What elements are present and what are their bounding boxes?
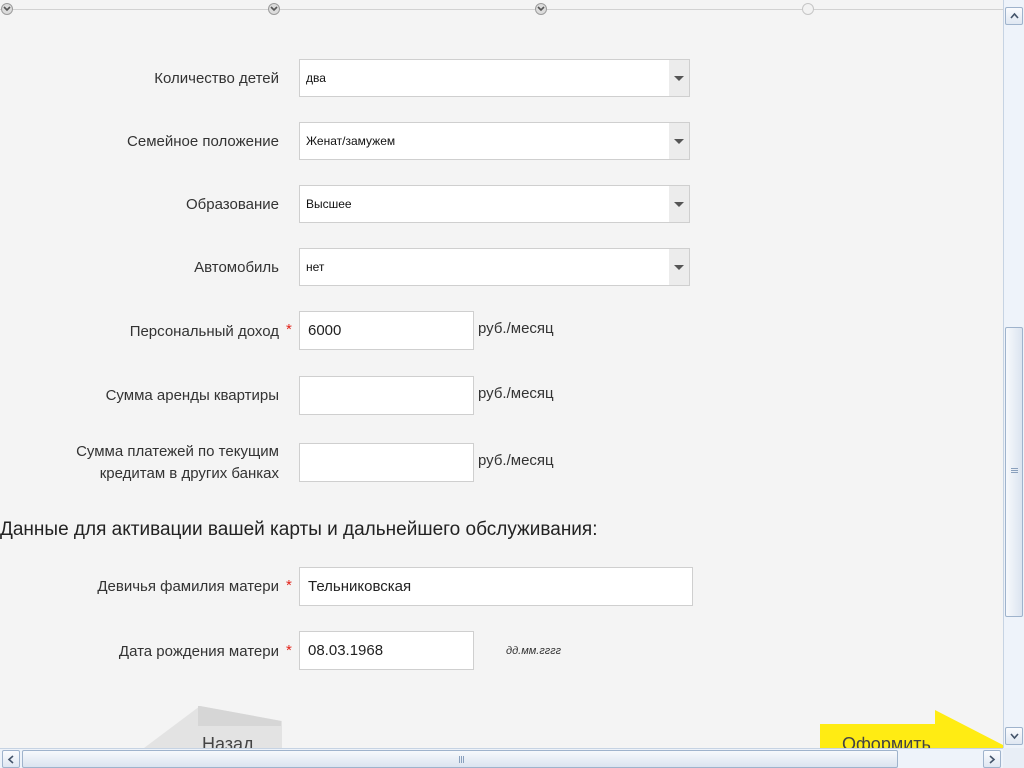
back-button-label[interactable]: Назад [202, 734, 254, 748]
progress-step-current-icon [802, 3, 814, 15]
dropdown-arrow-icon[interactable] [669, 186, 689, 222]
vertical-scroll-thumb[interactable] [1005, 327, 1023, 617]
marital-status-select[interactable]: Женат/замужем [299, 122, 690, 160]
activation-section-title: Данные для активации вашей карты и дальн… [0, 519, 598, 540]
car-label: Автомобиль [194, 259, 279, 276]
loan-payments-unit: руб./месяц [478, 452, 554, 469]
education-select[interactable]: Высшее [299, 185, 690, 223]
dropdown-arrow-icon[interactable] [669, 249, 689, 285]
education-label: Образование [186, 196, 279, 213]
scroll-up-button[interactable] [1005, 7, 1023, 25]
page-viewport: Количество детей два Семейное положение … [0, 0, 1003, 748]
mother-maiden-name-label: Девичья фамилия матери [97, 578, 279, 595]
horizontal-scroll-thumb[interactable] [22, 750, 898, 768]
grip-line [459, 756, 460, 763]
grip-line [463, 756, 464, 763]
horizontal-scrollbar[interactable] [0, 748, 1003, 768]
dropdown-arrow-icon[interactable] [669, 60, 689, 96]
loan-payments-label-line2: кредитам в других банках [99, 465, 279, 482]
loan-payments-input[interactable] [299, 443, 474, 482]
personal-income-label: Персональный доход [129, 323, 279, 340]
marital-status-value: Женат/замужем [306, 134, 396, 148]
progress-step-done-icon [1, 3, 13, 15]
submit-button-label[interactable]: Оформить [842, 734, 931, 748]
dropdown-arrow-icon[interactable] [669, 123, 689, 159]
grip-line [1011, 470, 1018, 471]
progress-step-done-icon [535, 3, 547, 15]
required-marker: * [286, 321, 292, 338]
rent-amount-unit: руб./месяц [478, 385, 554, 402]
scroll-left-button[interactable] [2, 750, 20, 768]
required-marker: * [286, 642, 292, 659]
children-count-label: Количество детей [154, 70, 279, 87]
car-value: нет [306, 260, 325, 274]
loan-payments-label-line1: Сумма платежей по текущим [76, 443, 279, 460]
mother-maiden-name-input[interactable]: Тельниковская [299, 567, 693, 606]
children-count-select[interactable]: два [299, 59, 690, 97]
children-count-value: два [306, 71, 326, 85]
rent-amount-input[interactable] [299, 376, 474, 415]
date-format-hint: дд.мм.гггг [506, 645, 562, 657]
grip-line [461, 756, 462, 763]
mother-birth-date-label: Дата рождения матери [118, 643, 279, 660]
vertical-scrollbar[interactable] [1003, 0, 1024, 748]
rent-amount-label: Сумма аренды квартиры [105, 387, 279, 404]
scrollbar-corner [1003, 748, 1024, 768]
marital-status-label: Семейное положение [127, 133, 279, 150]
scroll-down-button[interactable] [1005, 727, 1023, 745]
progress-step-done-icon [268, 3, 280, 15]
personal-income-unit: руб./месяц [478, 320, 554, 337]
grip-line [1011, 472, 1018, 473]
progress-line [0, 9, 1003, 10]
education-value: Высшее [306, 197, 352, 211]
back-button-shade [198, 706, 281, 726]
grip-line [1011, 468, 1018, 469]
required-marker: * [286, 577, 292, 594]
car-select[interactable]: нет [299, 248, 690, 286]
mother-birth-date-input[interactable]: 08.03.1968 [299, 631, 474, 670]
personal-income-input[interactable]: 6000 [299, 311, 474, 350]
scroll-right-button[interactable] [983, 750, 1001, 768]
